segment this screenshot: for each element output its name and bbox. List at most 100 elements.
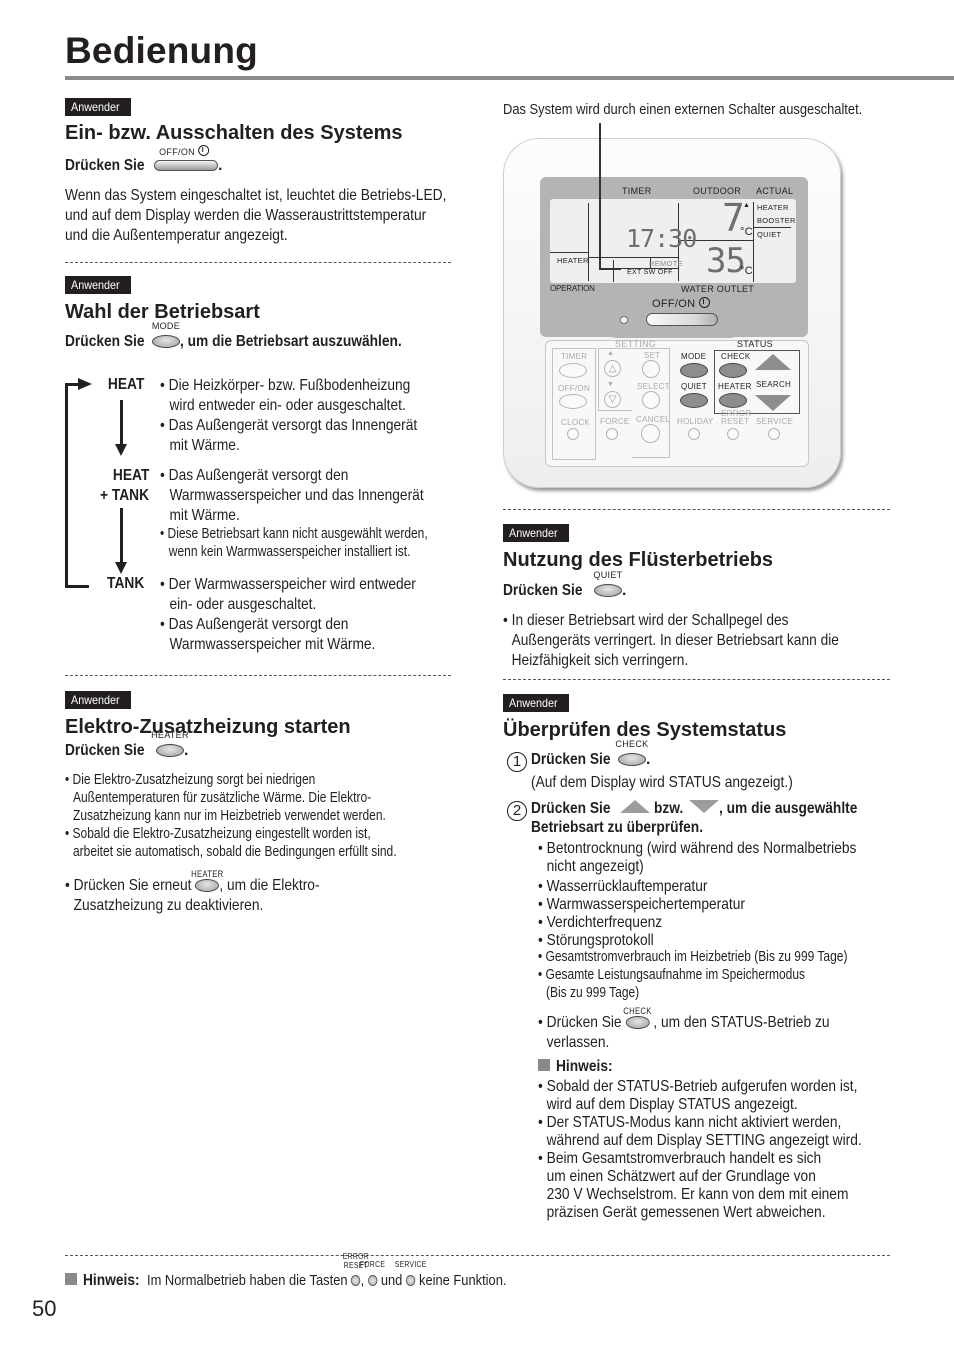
triangle-up-icon: ▲ bbox=[607, 350, 615, 357]
remote-set-button[interactable] bbox=[642, 360, 660, 378]
step1-note: (Auf dem Display wird STATUS angezeigt.) bbox=[531, 774, 793, 791]
step2-line2: Betriebsart zu überprüfen. bbox=[531, 819, 704, 836]
press-instruction-quiet: Drücken Sie QUIET . bbox=[503, 570, 627, 599]
cycle-line bbox=[65, 585, 89, 588]
arrow-down-icon bbox=[115, 562, 127, 574]
onoff-description: Wenn das System eingeschaltet ist, leuch… bbox=[65, 187, 447, 244]
power-icon bbox=[197, 145, 209, 156]
arrow-down-icon bbox=[115, 444, 127, 456]
press-instruction-heater: Drücken Sie HEATER . bbox=[65, 730, 189, 760]
remote-down-button[interactable]: ▽ bbox=[604, 391, 621, 408]
arrow-right-icon bbox=[78, 378, 92, 390]
lcd-actual-label: ACTUAL bbox=[756, 186, 794, 196]
lcd-operation-label: OPERATION bbox=[550, 284, 595, 293]
press-instruction-mode: Drücken Sie MODE , um die Betriebsart au… bbox=[65, 321, 402, 351]
operation-led bbox=[620, 316, 628, 324]
triangle-up-icon: ▲ bbox=[743, 202, 751, 209]
flow-line bbox=[120, 508, 123, 563]
remote-up-button[interactable]: △ bbox=[604, 360, 621, 377]
remote-service-button[interactable] bbox=[768, 428, 780, 440]
section-heading-heater: Elektro-Zusatzheizung starten bbox=[65, 716, 351, 738]
footer-divider bbox=[65, 1255, 890, 1256]
status-exit: • Drücken Sie CHECK , um den STATUS-Betr… bbox=[538, 1006, 830, 1051]
remote-cancel-button[interactable] bbox=[641, 424, 660, 443]
user-badge: Anwender bbox=[503, 524, 570, 542]
search-up-button[interactable] bbox=[755, 354, 791, 370]
lcd-heater-indicator: HEATER bbox=[757, 203, 789, 212]
lcd-outdoor-unit: °C bbox=[740, 226, 753, 238]
lcd-time: 17:30 bbox=[626, 224, 697, 253]
user-badge: Anwender bbox=[65, 98, 132, 116]
remote-offon-small-button[interactable] bbox=[559, 394, 587, 409]
status-items: • Betontrocknung (wird während des Norma… bbox=[538, 840, 857, 949]
check-key-icon: CHECK bbox=[623, 1006, 651, 1033]
remote-select-button[interactable] bbox=[642, 391, 660, 409]
page-title: Bedienung bbox=[65, 30, 258, 71]
figure-callout: Das System wird durch einen externen Sch… bbox=[503, 101, 863, 118]
callout-line bbox=[599, 268, 621, 270]
status-hinweis-notes: • Sobald der STATUS-Betrieb aufgerufen w… bbox=[538, 1078, 862, 1221]
footer-hinweis: Hinweis: Im Normalbetrieb haben die Tast… bbox=[65, 1252, 565, 1290]
quiet-description: • In dieser Betriebsart wird der Schallp… bbox=[503, 612, 839, 669]
status-items-small: • Gesamtstromverbrauch im Heizbetrieb (B… bbox=[538, 948, 848, 1001]
press-instruction-check: Drücken Sie CHECK . bbox=[531, 739, 651, 769]
mode-label-heat-tank: HEAT + TANK bbox=[99, 467, 149, 504]
user-badge: Anwender bbox=[65, 691, 132, 709]
mode-label-heat: HEAT bbox=[107, 376, 144, 393]
offon-key-icon: OFF/ON bbox=[153, 145, 218, 175]
section-heading-quiet: Nutzung des Flüsterbetriebs bbox=[503, 549, 774, 571]
user-badge: Anwender bbox=[503, 694, 570, 712]
lcd-outdoor-label: OUTDOOR bbox=[693, 186, 742, 196]
status-label: STATUS bbox=[737, 339, 773, 349]
remote-quiet-button[interactable] bbox=[680, 393, 708, 408]
mode-key-icon: MODE bbox=[152, 321, 180, 351]
power-icon bbox=[698, 297, 710, 308]
search-down-button[interactable] bbox=[755, 395, 791, 411]
triangle-down-icon: ▼ bbox=[607, 381, 615, 388]
remote-heater-button[interactable] bbox=[719, 393, 747, 408]
heater-key-icon: HEATER bbox=[151, 730, 188, 760]
search-up-icon bbox=[619, 800, 650, 813]
section-heading-onoff: Ein- bzw. Ausschalten des Systems bbox=[65, 122, 403, 144]
step-number: 2 bbox=[507, 801, 527, 821]
remote-clock-button[interactable] bbox=[567, 428, 579, 440]
user-badge: Anwender bbox=[65, 276, 132, 294]
lcd-water-outlet-label: WATER OUTLET bbox=[681, 284, 755, 294]
callout-line bbox=[599, 123, 601, 268]
remote-timer-button[interactable] bbox=[559, 363, 587, 378]
note-square-icon bbox=[65, 1273, 77, 1285]
remote-check-button[interactable] bbox=[719, 363, 747, 378]
check-key-icon: CHECK bbox=[615, 739, 648, 769]
remote-force-button[interactable] bbox=[606, 428, 618, 440]
note-square-icon bbox=[538, 1059, 550, 1071]
page-number: 50 bbox=[32, 1296, 57, 1321]
mode-heat-tank-description: • Das Außengerät versorgt den Warmwasser… bbox=[160, 467, 424, 524]
mode-label-tank: TANK bbox=[106, 575, 144, 592]
heater-bullets: • Die Elektro-Zusatzheizung sorgt bei ni… bbox=[65, 771, 397, 860]
press-instruction-search: Drücken Sie bzw. , um die ausgewählte bbox=[531, 800, 858, 817]
status-hinweis-title: Hinweis: bbox=[538, 1058, 622, 1076]
flow-line bbox=[120, 400, 123, 445]
heater-key-icon: HEATER bbox=[191, 869, 223, 896]
error-reset-key-icon: ERROR RESET bbox=[343, 1252, 369, 1289]
lcd-heater-label: HEATER bbox=[557, 256, 589, 265]
search-down-icon bbox=[688, 800, 719, 813]
lcd-booster-indicator: BOOSTER bbox=[757, 216, 796, 225]
lcd-quiet-indicator: QUIET bbox=[757, 230, 782, 239]
remote-offon-button[interactable] bbox=[646, 313, 718, 326]
press-instruction-onoff: Drücken Sie OFF/ON . bbox=[65, 145, 223, 175]
remote-holiday-button[interactable] bbox=[688, 428, 700, 440]
title-rule bbox=[65, 76, 954, 80]
lcd-timer-label: TIMER bbox=[622, 186, 652, 196]
lcd-water-unit: °C bbox=[740, 265, 753, 277]
mode-heat-description: • Die Heizkörper- bzw. Fußbodenheizung w… bbox=[160, 377, 418, 454]
lcd-ext-sw-off-label: EXT SW OFF bbox=[627, 269, 673, 276]
mode-tank-description: • Der Warmwasserspeicher wird entweder e… bbox=[160, 576, 416, 653]
step-number: 1 bbox=[507, 752, 527, 772]
remote-error-reset-button[interactable] bbox=[727, 428, 739, 440]
remote-mode-button[interactable] bbox=[680, 363, 708, 378]
offon-label: OFF/ON bbox=[652, 297, 710, 310]
mode-heat-tank-note: • Diese Betriebsart kann nicht ausgewähl… bbox=[160, 525, 428, 560]
lcd-remote-label: REMOTE bbox=[649, 259, 683, 268]
heater-deactivate: • Drücken Sie erneut HEATER , um die Ele… bbox=[65, 869, 320, 914]
